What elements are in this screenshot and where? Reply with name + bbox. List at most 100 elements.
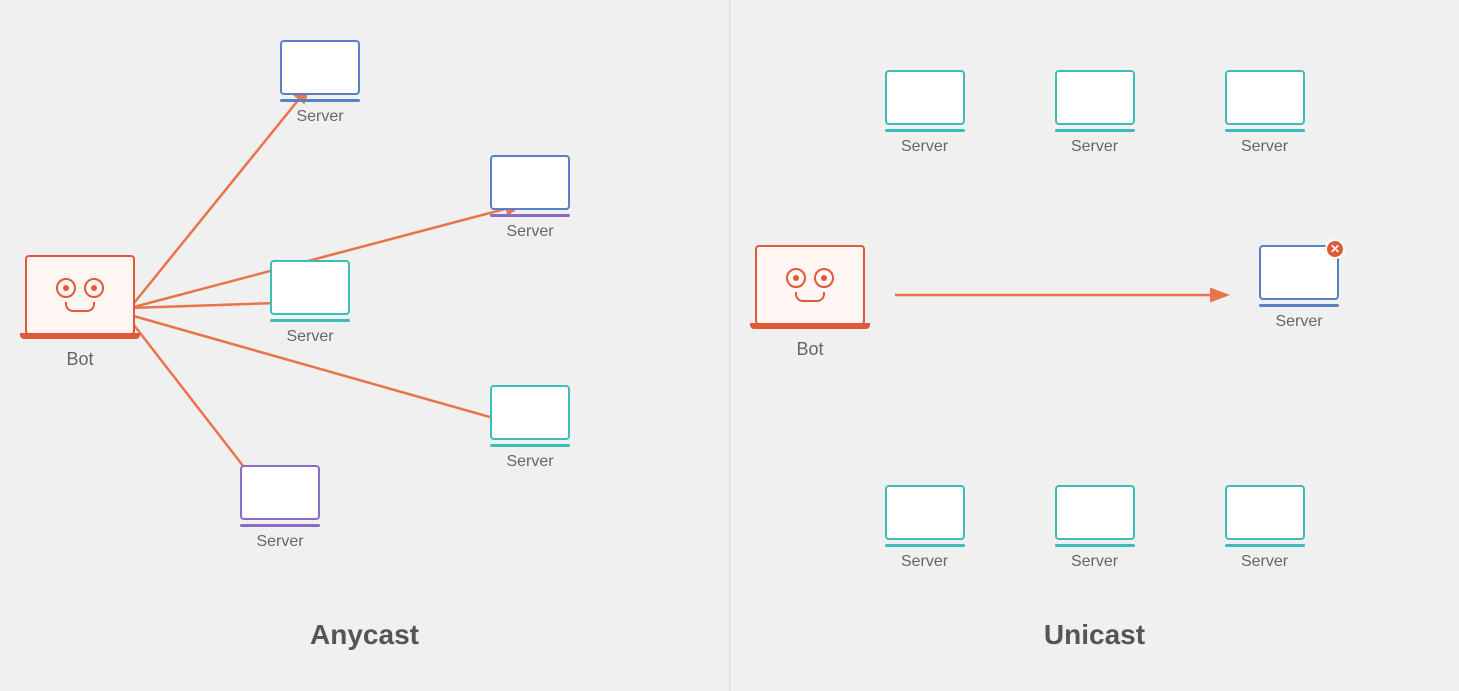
server-lines	[306, 281, 314, 294]
anycast-bot-label: Bot	[66, 349, 93, 370]
server-line-1	[1091, 91, 1099, 95]
server-line-2	[921, 515, 929, 519]
unicast-server-top-2-box	[1055, 70, 1135, 125]
server-lines	[1091, 506, 1099, 519]
anycast-server-2: Server	[490, 155, 570, 241]
unicast-server-top-1-box	[885, 70, 965, 125]
bot-mouth-unicast	[795, 292, 825, 302]
server-underline	[280, 99, 360, 102]
anycast-server-5: Server	[240, 465, 320, 551]
server-lines	[921, 506, 929, 519]
unicast-server-top-1: Server	[885, 70, 965, 156]
server-underline	[1225, 129, 1305, 132]
server-line-2	[1295, 275, 1303, 279]
server-line-1	[526, 176, 534, 180]
bot-eye-right	[84, 278, 104, 298]
unicast-title: Unicast	[1044, 619, 1145, 651]
bot-laptop-unicast	[755, 245, 865, 325]
server-underline	[270, 319, 350, 322]
server-line-2	[921, 100, 929, 104]
unicast-server-bottom-1: Server	[885, 485, 965, 571]
server-line-1	[921, 91, 929, 95]
bot-eye-left-inner-unicast	[793, 275, 799, 281]
bot-mouth	[65, 302, 95, 312]
anycast-server-2-label: Server	[506, 223, 553, 241]
server-line-2	[1261, 515, 1269, 519]
server-line-2	[1091, 100, 1099, 104]
server-line-1	[306, 281, 314, 285]
anycast-server-5-label: Server	[256, 533, 303, 551]
server-line-1	[921, 506, 929, 510]
server-underline	[885, 544, 965, 547]
anycast-title: Anycast	[310, 619, 419, 651]
server-underline	[490, 444, 570, 447]
server-lines	[526, 406, 534, 419]
server-underline	[1055, 129, 1135, 132]
main-container: Bot	[0, 0, 1459, 691]
anycast-server-1: Server	[280, 40, 360, 126]
server-line-1	[526, 406, 534, 410]
server-underline	[885, 129, 965, 132]
server-lines	[276, 486, 284, 499]
server-line-1	[1295, 266, 1303, 270]
bot-eyes-unicast	[786, 268, 834, 288]
bot-eye-left-inner	[63, 285, 69, 291]
unicast-server-bottom-1-box	[885, 485, 965, 540]
anycast-server-4: Server	[490, 385, 570, 471]
unicast-server-top-2-label: Server	[1071, 138, 1118, 156]
unicast-server-target: ✕ Server	[1259, 245, 1339, 331]
server-lines	[1091, 91, 1099, 104]
anycast-server-5-box	[240, 465, 320, 520]
anycast-server-1-box	[280, 40, 360, 95]
anycast-bot: Bot	[20, 255, 140, 370]
server-line-1	[1091, 506, 1099, 510]
server-underline	[1225, 544, 1305, 547]
anycast-server-2-box	[490, 155, 570, 210]
anycast-server-3-label: Server	[286, 328, 333, 346]
anycast-server-3: Server	[270, 260, 350, 346]
bot-eye-right-unicast	[814, 268, 834, 288]
unicast-server-bottom-3-label: Server	[1241, 553, 1288, 571]
anycast-server-4-label: Server	[506, 453, 553, 471]
server-lines	[1261, 506, 1269, 519]
anycast-server-1-label: Server	[296, 108, 343, 126]
anycast-server-3-box	[270, 260, 350, 315]
server-line-1	[276, 486, 284, 490]
server-line-1	[316, 61, 324, 65]
unicast-server-bottom-3: Server	[1225, 485, 1305, 571]
server-line-1	[1261, 506, 1269, 510]
server-lines	[526, 176, 534, 189]
unicast-server-bottom-2-label: Server	[1071, 553, 1118, 571]
bot-laptop	[25, 255, 135, 335]
unicast-server-bottom-2-box	[1055, 485, 1135, 540]
server-line-1	[1261, 91, 1269, 95]
bot-eye-left	[56, 278, 76, 298]
bot-eye-right-inner-unicast	[821, 275, 827, 281]
unicast-server-top-3: Server	[1225, 70, 1305, 156]
server-line-2	[276, 495, 284, 499]
unicast-server-top-1-label: Server	[901, 138, 948, 156]
unicast-server-bottom-2: Server	[1055, 485, 1135, 571]
server-underline	[1055, 544, 1135, 547]
server-underline	[240, 524, 320, 527]
bot-eye-right-inner	[91, 285, 97, 291]
unicast-server-target-label: Server	[1275, 313, 1322, 331]
unicast-server-top-3-label: Server	[1241, 138, 1288, 156]
unicast-servers-bottom-row: Server	[730, 485, 1459, 571]
server-line-2	[1091, 515, 1099, 519]
server-underline	[490, 214, 570, 217]
server-lines	[921, 91, 929, 104]
bot-eyes	[56, 278, 104, 298]
bot-face	[56, 278, 104, 312]
unicast-server-bottom-3-box	[1225, 485, 1305, 540]
unicast-server-top-2: Server	[1055, 70, 1135, 156]
server-line-2	[1261, 100, 1269, 104]
server-line-2	[526, 185, 534, 189]
server-line-2	[316, 70, 324, 74]
error-badge: ✕	[1325, 239, 1345, 259]
server-underline	[1259, 304, 1339, 307]
bot-face-unicast	[786, 268, 834, 302]
unicast-servers-top-row: Server	[730, 70, 1459, 156]
server-line-2	[526, 415, 534, 419]
anycast-section: Bot	[0, 0, 729, 691]
